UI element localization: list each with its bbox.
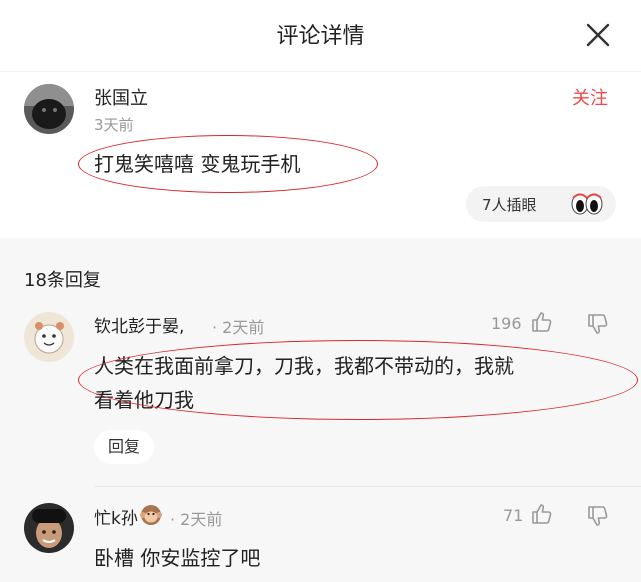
user-name[interactable]: 张国立 [94,84,148,110]
insert-eye-button[interactable]: 7人插眼 [466,186,616,222]
eyes-emoji-icon [571,193,603,215]
reply-content: 卧槽 你安监控了吧 [94,546,261,570]
annotation-ellipse [78,135,378,193]
header-bar: 评论详情 [0,0,641,72]
like-count: 196 [491,314,522,333]
thumb-down-icon[interactable] [586,504,610,528]
annotation-ellipse [78,340,638,420]
replies-count: 18条回复 [24,270,101,291]
reply-user-name[interactable]: 忙k孙 [94,504,138,529]
page-title: 评论详情 [276,24,365,49]
reply-divider [94,486,641,487]
like-count: 71 [503,506,524,525]
avatar[interactable] [24,312,74,362]
thumb-up-icon[interactable] [530,310,554,334]
thumb-up-icon[interactable] [530,502,554,526]
close-icon[interactable] [585,22,611,48]
avatar[interactable] [24,503,74,553]
avatar[interactable] [24,84,74,134]
monkey-emoji-icon [140,505,162,525]
reply-time: · 2天前 [170,510,223,529]
reply-button[interactable]: 回复 [94,430,154,464]
insert-eye-label: 7人插眼 [482,196,537,214]
reply-user-name[interactable]: 钦北彭于晏, [94,312,184,337]
comment-time: 3天前 [94,116,134,134]
reply-time: · 2天前 [212,318,265,337]
thumb-down-icon[interactable] [586,312,610,336]
follow-button[interactable]: 关注 [572,84,608,110]
